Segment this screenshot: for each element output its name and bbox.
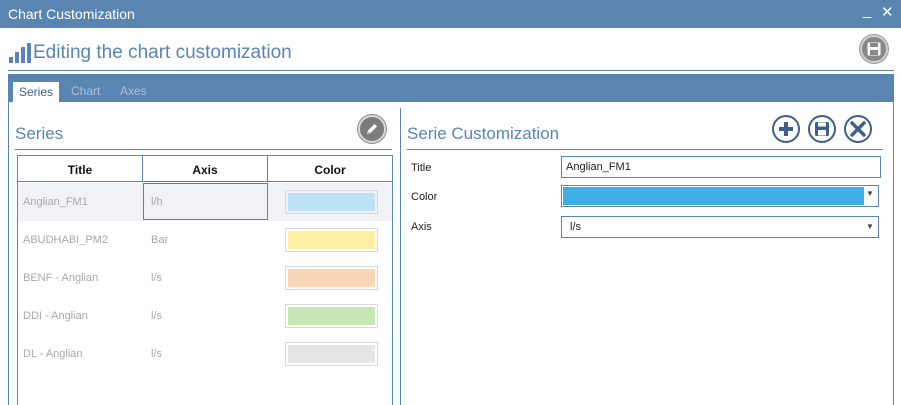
panel-divider: [400, 108, 401, 405]
chevron-down-icon[interactable]: ▼: [866, 222, 874, 231]
axis-select-value: l/s: [570, 221, 581, 233]
pencil-icon[interactable]: [358, 115, 386, 143]
color-field-label: Color: [411, 191, 438, 203]
series-table: Title Axis Color Anglian_FM1 l/h ABUDHAB…: [17, 155, 393, 405]
row-axis: l/s: [151, 348, 162, 360]
title-field-label: Title: [411, 162, 432, 174]
panel-border-left: [8, 102, 9, 405]
tab-series[interactable]: Series: [12, 81, 61, 102]
dialog-header: Editing the chart customization: [0, 28, 901, 70]
window-title-bar: Chart Customization _ ✕: [0, 0, 901, 28]
page-title: Editing the chart customization: [33, 42, 292, 63]
tab-strip: Series Chart Axes: [8, 74, 894, 102]
row-title: BENF - Anglian: [23, 272, 99, 284]
tab-axes[interactable]: Axes: [120, 81, 147, 102]
table-row[interactable]: DDI - Anglian l/s: [18, 297, 392, 335]
save-icon[interactable]: [860, 35, 888, 63]
add-icon[interactable]: [772, 115, 800, 143]
color-preview: [563, 187, 864, 205]
tab-chart[interactable]: Chart: [71, 81, 100, 102]
panel-border-right: [893, 102, 894, 405]
row-axis: l/h: [151, 196, 163, 208]
row-axis: Bar: [151, 234, 169, 246]
column-header-axis[interactable]: Axis: [143, 156, 268, 182]
save-icon[interactable]: [808, 115, 836, 143]
column-header-title[interactable]: Title: [18, 156, 143, 182]
color-swatch[interactable]: [285, 228, 378, 252]
axis-select[interactable]: l/s ▼: [561, 216, 879, 238]
table-header: Title Axis Color: [18, 156, 392, 182]
row-title: DDI - Anglian: [23, 310, 88, 322]
minimize-button[interactable]: _: [863, 2, 871, 19]
window-title: Chart Customization: [8, 6, 135, 22]
chevron-down-icon[interactable]: ▼: [866, 189, 874, 198]
table-row[interactable]: DL - Anglian l/s: [18, 335, 392, 373]
row-title: Anglian_FM1: [23, 196, 88, 208]
column-header-color[interactable]: Color: [268, 156, 392, 182]
header-divider: [8, 70, 894, 71]
series-title-underline: [15, 149, 392, 150]
close-button[interactable]: ✕: [881, 3, 894, 21]
customization-title-underline: [407, 149, 883, 150]
title-input[interactable]: Anglian_FM1: [561, 156, 881, 178]
color-swatch[interactable]: [285, 266, 378, 290]
cancel-icon[interactable]: [844, 115, 872, 143]
customization-panel-title: Serie Customization: [407, 124, 560, 143]
row-title: ABUDHABI_PM2: [23, 234, 108, 246]
series-panel-title: Series: [15, 124, 64, 143]
color-swatch[interactable]: [285, 342, 378, 366]
row-axis: l/s: [151, 272, 162, 284]
row-axis: l/s: [151, 310, 162, 322]
color-picker[interactable]: ▼: [561, 185, 879, 207]
color-swatch[interactable]: [285, 190, 378, 214]
table-row[interactable]: ABUDHABI_PM2 Bar: [18, 221, 392, 259]
table-row[interactable]: BENF - Anglian l/s: [18, 259, 392, 297]
axis-field-label: Axis: [411, 221, 432, 233]
color-swatch[interactable]: [285, 304, 378, 328]
table-row[interactable]: Anglian_FM1 l/h: [18, 183, 392, 221]
row-title: DL - Anglian: [23, 348, 83, 360]
bar-chart-icon: [9, 43, 31, 63]
